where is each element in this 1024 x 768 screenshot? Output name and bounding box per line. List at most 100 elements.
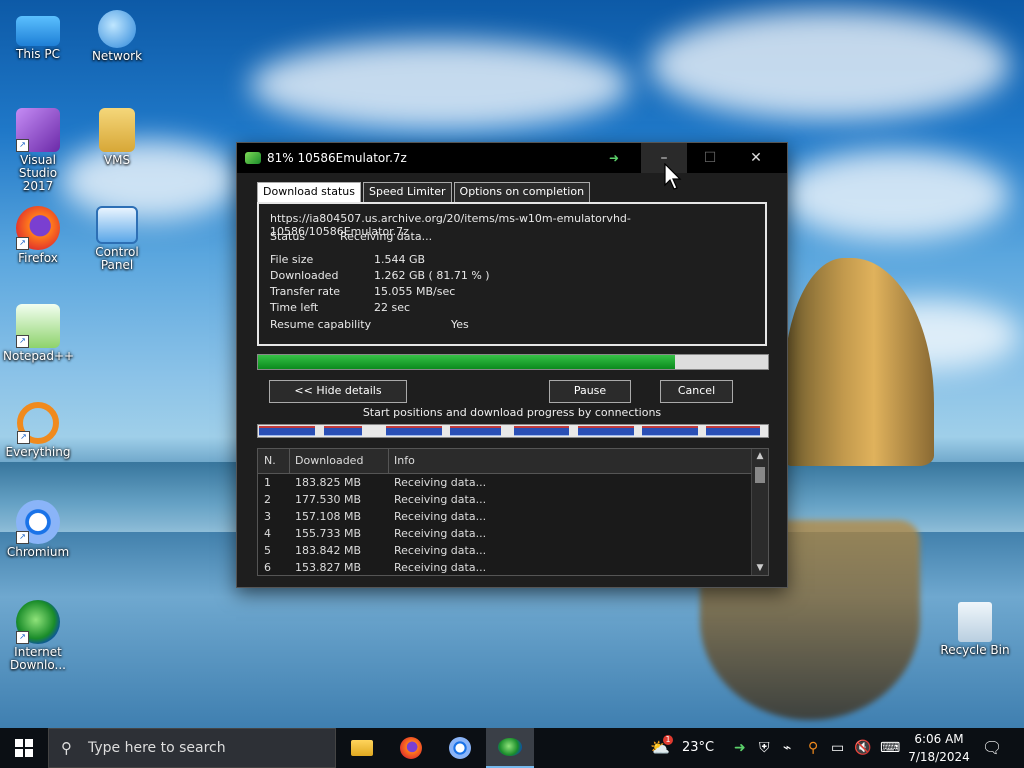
desktop-icon-everything[interactable]: ↗ Everything — [3, 402, 73, 459]
dialog-titlebar[interactable]: 81% 10586Emulator.7z ➜ – ☐ ✕ — [237, 143, 787, 173]
taskbar-file-explorer[interactable] — [338, 728, 386, 768]
user-folder-icon — [99, 108, 135, 152]
table-scrollbar[interactable]: ▲ ▼ — [751, 449, 768, 575]
scroll-down-icon[interactable]: ▼ — [752, 563, 768, 573]
connection-segment — [324, 426, 362, 436]
cell-connection-number: 2 — [264, 493, 271, 506]
column-header-n[interactable]: N. — [258, 449, 290, 473]
status-row: Status Receiving data... — [270, 230, 432, 243]
table-row[interactable]: 3 157.108 MB Receiving data... — [258, 508, 768, 525]
desktop-icon-this-pc[interactable]: This PC — [3, 10, 73, 61]
taskbar: ⚲ Type here to search ⛅ 1 23°C ➜ ⛨ ⌁ ⚲ ▭… — [0, 728, 1024, 768]
network-icon — [98, 10, 136, 48]
table-row[interactable]: 5 183.842 MB Receiving data... — [258, 542, 768, 559]
desktop-icon-notepadpp[interactable]: ↗ Notepad++ — [3, 304, 75, 363]
table-row[interactable]: 4 155.733 MB Receiving data... — [258, 525, 768, 542]
table-row[interactable]: 6 153.827 MB Receiving data... — [258, 559, 768, 575]
desktop-icon-firefox[interactable]: ↗ Firefox — [3, 206, 73, 265]
pause-button[interactable]: Pause — [549, 380, 631, 403]
column-header-downloaded[interactable]: Downloaded — [289, 449, 389, 473]
file-size-row: File size 1.544 GB — [270, 253, 425, 266]
cell-info: Receiving data... — [394, 493, 487, 506]
cell-downloaded: 183.825 MB — [295, 476, 362, 489]
shortcut-arrow-icon: ↗ — [17, 431, 30, 444]
control-panel-icon — [96, 206, 138, 244]
tab-download-status[interactable]: Download status — [257, 182, 361, 202]
connection-segment — [706, 426, 760, 436]
chromium-icon: ↗ — [16, 500, 60, 544]
scrollbar-thumb[interactable] — [755, 467, 765, 483]
folder-icon — [351, 740, 373, 756]
visual-studio-icon: ↗ — [16, 108, 60, 152]
network-icon[interactable]: ⌁ — [783, 728, 791, 768]
desktop-icon-label: Visual Studio 2017 — [18, 153, 58, 193]
desktop-icon-control-panel[interactable]: Control Panel — [82, 206, 152, 272]
connections-caption: Start positions and download progress by… — [362, 406, 662, 419]
cell-downloaded: 183.842 MB — [295, 544, 362, 557]
status-label: Status — [270, 230, 306, 243]
chromium-icon — [449, 737, 471, 759]
taskbar-internet-download-manager[interactable] — [486, 728, 534, 768]
scroll-up-icon[interactable]: ▲ — [752, 451, 768, 461]
connections-progress-bar — [257, 424, 769, 438]
cell-info: Receiving data... — [394, 544, 487, 557]
security-shield-icon[interactable]: ⛨ — [759, 728, 770, 768]
dialog-title: 81% 10586Emulator.7z — [267, 151, 407, 165]
weather-temperature[interactable]: 23°C — [682, 728, 714, 768]
idm-tray-icon[interactable]: ➜ — [734, 728, 746, 768]
dialog-tabs: Download status Speed Limiter Options on… — [257, 182, 592, 202]
taskbar-chromium[interactable] — [436, 728, 484, 768]
desktop-icon-visual-studio[interactable]: ↗ Visual Studio 2017 — [3, 108, 73, 193]
cancel-button[interactable]: Cancel — [660, 380, 733, 403]
notification-center-icon[interactable]: 🗨 — [982, 728, 1002, 768]
table-row[interactable]: 1 183.825 MB Receiving data... — [258, 474, 768, 491]
start-button[interactable] — [0, 728, 48, 768]
desktop-icon-network[interactable]: Network — [82, 10, 152, 63]
table-row[interactable]: 2 177.530 MB Receiving data... — [258, 491, 768, 508]
desktop-icon-label: Everything — [5, 445, 71, 459]
transfer-rate-row: Transfer rate 15.055 MB/sec — [270, 285, 455, 298]
clock-date: 7/18/2024 — [908, 750, 970, 764]
connection-segment — [386, 426, 442, 436]
rock-formation — [784, 258, 934, 466]
desktop-icon-label: Notepad++ — [3, 349, 75, 363]
maximize-button[interactable]: ☐ — [687, 143, 733, 173]
column-header-info[interactable]: Info — [388, 449, 744, 473]
display-icon[interactable]: ▭ — [831, 728, 844, 768]
taskbar-clock[interactable]: 6:06 AM 7/18/2024 — [905, 730, 973, 766]
cell-connection-number: 5 — [264, 544, 271, 557]
weather-icon[interactable]: ⛅ — [650, 728, 670, 768]
hide-details-button[interactable]: << Hide details — [269, 380, 407, 403]
close-button[interactable]: ✕ — [733, 143, 779, 173]
downloaded-value: 1.262 GB ( 81.71 % ) — [374, 269, 490, 282]
downloaded-row: Downloaded 1.262 GB ( 81.71 % ) — [270, 269, 490, 282]
desktop-icon-chromium[interactable]: ↗ Chromium — [3, 500, 73, 559]
windows-logo-icon — [15, 739, 33, 757]
everything-tray-icon[interactable]: ⚲ — [808, 728, 818, 768]
speaker-muted-icon[interactable]: 🔇 — [854, 728, 871, 768]
tab-options-on-completion[interactable]: Options on completion — [453, 182, 591, 202]
connection-segment — [514, 426, 569, 436]
weather-badge: 1 — [663, 735, 673, 745]
mouse-cursor-icon — [664, 163, 682, 190]
cell-info: Receiving data... — [394, 476, 487, 489]
keyboard-icon[interactable]: ⌨ — [880, 728, 900, 768]
desktop-icon-vms[interactable]: VMS — [82, 108, 152, 167]
desktop-icon-recycle-bin[interactable]: Recycle Bin — [940, 602, 1010, 657]
resume-label: Resume capability — [270, 318, 372, 331]
desktop-icon-label: Chromium — [6, 545, 70, 559]
computer-icon — [16, 16, 60, 46]
download-progress-bar — [257, 354, 769, 370]
taskbar-search-box[interactable]: ⚲ Type here to search — [48, 728, 336, 768]
tab-speed-limiter[interactable]: Speed Limiter — [362, 182, 452, 202]
resume-row: Resume capability Yes — [270, 318, 469, 331]
desktop-icon-label: Network — [91, 49, 143, 63]
connection-segment — [259, 426, 315, 436]
time-left-row: Time left 22 sec — [270, 301, 410, 314]
cell-downloaded: 155.733 MB — [295, 527, 362, 540]
cell-info: Receiving data... — [394, 510, 487, 523]
desktop-icon-internet-download-manager[interactable]: ↗ Internet Downlo... — [3, 600, 73, 672]
taskbar-firefox[interactable] — [387, 728, 435, 768]
clock-time: 6:06 AM — [914, 732, 964, 746]
shortcut-arrow-icon: ↗ — [16, 531, 29, 544]
